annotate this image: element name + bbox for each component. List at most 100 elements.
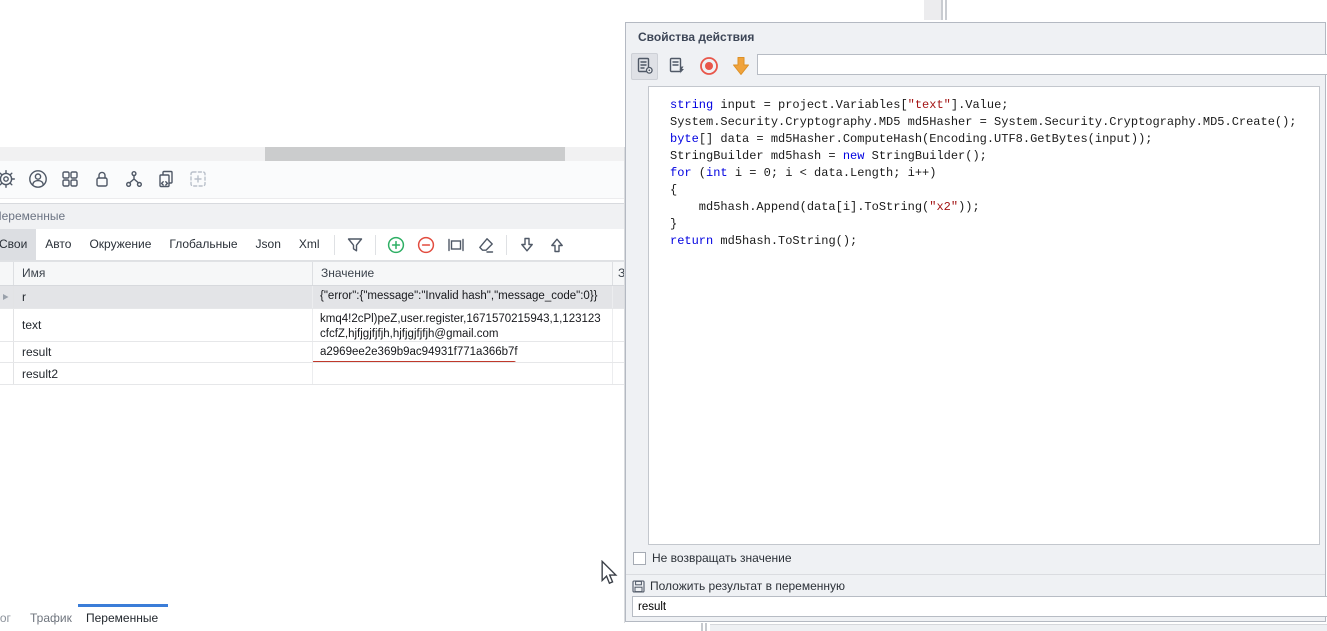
record-icon[interactable]	[695, 53, 722, 80]
extra-cell	[613, 342, 624, 362]
left-toolbar	[0, 161, 624, 199]
code-line: md5hash.Append(data[i].ToString("x2"));	[670, 199, 1319, 216]
bottom-tab-log[interactable]: Лог	[0, 611, 11, 625]
window-splitter-handle[interactable]	[924, 0, 941, 20]
row-gutter	[0, 286, 14, 308]
variables-tab-json[interactable]: Json	[247, 229, 290, 260]
extra-cell	[613, 309, 624, 341]
table-row-result[interactable]: resulta2969ee2e369b9ac94931f771a366b7f	[0, 342, 624, 363]
no-return-row: Не возвращать значение	[633, 551, 792, 565]
code-line: {	[670, 182, 1319, 199]
toolbar-separator	[506, 235, 507, 255]
arrow-up-icon[interactable]	[544, 233, 570, 257]
row-gutter	[0, 342, 14, 362]
dialog-toolbar	[626, 49, 1325, 83]
dialog-divider	[626, 574, 1325, 575]
code-line: System.Security.Cryptography.MD5 md5Hash…	[670, 114, 1319, 131]
value-column-header[interactable]: Значение	[313, 262, 613, 285]
code-editor[interactable]: string input = project.Variables["text"]…	[648, 86, 1320, 545]
code-line: StringBuilder md5hash = new StringBuilde…	[670, 148, 1319, 165]
lock-icon[interactable]	[92, 169, 112, 189]
branch-icon[interactable]	[124, 169, 144, 189]
variables-table-header: Имя Значение З	[0, 261, 624, 286]
dialog-toolbar-input[interactable]	[757, 54, 1327, 75]
no-return-label: Не возвращать значение	[652, 551, 792, 565]
dialog-title: Свойства действия	[638, 30, 754, 44]
variables-tab-глобальные[interactable]: Глобальные	[160, 229, 246, 260]
variables-tabs: СвоиАвтоОкружениеГлобальныеJsonXml	[0, 229, 624, 261]
extra-column-header[interactable]: З	[613, 262, 624, 285]
pages-icon[interactable]	[156, 169, 176, 189]
code-line: byte[] data = md5Hasher.ComputeHash(Enco…	[670, 131, 1319, 148]
current-row-icon	[2, 293, 10, 301]
bottom-tab-traffic[interactable]: Трафик	[30, 611, 72, 625]
gear-icon[interactable]	[0, 169, 16, 189]
splitter-line	[701, 623, 703, 631]
code-line: string input = project.Variables["text"]…	[670, 97, 1319, 114]
horizontal-scrollbar[interactable]	[0, 147, 624, 161]
gutter-column-header	[0, 262, 14, 285]
dialog-toolbar-buttons	[626, 53, 754, 80]
variable-name: result2	[14, 363, 313, 384]
red-annotation-underline	[313, 361, 516, 362]
column-icon[interactable]	[443, 233, 469, 257]
arrow-down-icon[interactable]	[514, 233, 540, 257]
code-line: return md5hash.ToString();	[670, 233, 1319, 250]
variables-panel-title: Переменные	[0, 209, 65, 223]
variable-name: result	[14, 342, 313, 362]
filter-icon[interactable]	[342, 233, 368, 257]
variable-name: text	[14, 309, 313, 341]
action-properties-dialog: Свойства действия string input = project…	[625, 22, 1326, 622]
row-gutter	[0, 363, 14, 384]
scrollbar-line	[945, 0, 947, 20]
bottom-panel-strip	[710, 624, 1327, 631]
variable-value: kmq4!2cPl)peZ,user.register,167157021594…	[313, 309, 613, 341]
variables-panel-header: Переменные	[0, 203, 624, 230]
no-return-checkbox[interactable]	[633, 552, 646, 565]
variables-tab-свои[interactable]: Свои	[0, 229, 36, 260]
properties-view-icon[interactable]	[631, 53, 658, 80]
bottom-tab-variables[interactable]: Переменные	[86, 611, 158, 625]
variable-name: r	[14, 286, 313, 308]
table-row-r[interactable]: r{"error":{"message":"Invalid hash","mes…	[0, 286, 624, 309]
scrollbar-line	[941, 0, 943, 20]
user-icon[interactable]	[28, 169, 48, 189]
mouse-cursor	[600, 560, 618, 586]
eraser-icon[interactable]	[473, 233, 499, 257]
put-result-row: Положить результат в переменную	[632, 579, 845, 593]
name-column-header[interactable]: Имя	[14, 262, 313, 285]
row-gutter	[0, 309, 14, 341]
bottom-tabs: Лог Трафик Переменные	[0, 600, 624, 631]
insert-arrow-icon[interactable]	[727, 53, 754, 80]
variable-value	[313, 363, 613, 384]
variable-value: a2969ee2e369b9ac94931f771a366b7f	[313, 342, 613, 362]
remove-circle-icon[interactable]	[413, 233, 439, 257]
table-row-result2[interactable]: result2	[0, 363, 624, 385]
horizontal-scrollbar-thumb[interactable]	[265, 147, 565, 161]
variable-value: {"error":{"message":"Invalid hash","mess…	[313, 286, 613, 308]
extra-cell	[613, 363, 624, 384]
extra-cell	[613, 286, 624, 308]
active-tab-indicator	[78, 604, 168, 607]
variables-table-body: r{"error":{"message":"Invalid hash","mes…	[0, 286, 624, 385]
add-region-icon[interactable]	[188, 169, 208, 189]
left-toolbar-icons	[0, 169, 208, 189]
variables-tab-xml[interactable]: Xml	[290, 229, 329, 260]
variables-table: Имя Значение З r{"error":{"message":"Inv…	[0, 261, 624, 385]
variables-tab-окружение[interactable]: Окружение	[80, 229, 160, 260]
toolbar-separator	[334, 235, 335, 255]
splitter-line	[705, 623, 707, 631]
grid-icon[interactable]	[60, 169, 80, 189]
table-row-text[interactable]: textkmq4!2cPl)peZ,user.register,16715702…	[0, 309, 624, 342]
code-line: }	[670, 216, 1319, 233]
floppy-icon	[632, 580, 645, 593]
toolbar-separator	[375, 235, 376, 255]
code-view-icon[interactable]	[663, 53, 690, 80]
code-line: for (int i = 0; i < data.Length; i++)	[670, 165, 1319, 182]
put-result-label: Положить результат в переменную	[650, 579, 845, 593]
result-variable-input[interactable]	[632, 596, 1327, 617]
app-screen: Переменные СвоиАвтоОкружениеГлобальныеJs…	[0, 0, 1327, 631]
variables-tab-авто[interactable]: Авто	[36, 229, 80, 260]
add-circle-icon[interactable]	[383, 233, 409, 257]
code-content: string input = project.Variables["text"]…	[649, 87, 1319, 250]
